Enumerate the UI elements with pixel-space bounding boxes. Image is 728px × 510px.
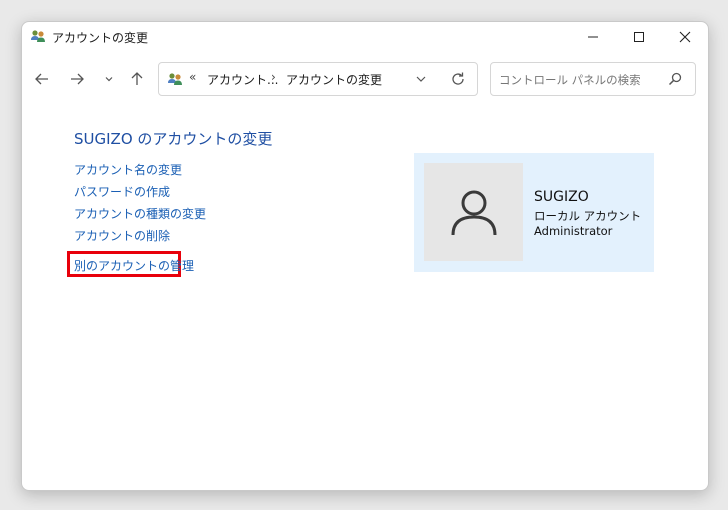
refresh-button[interactable] <box>449 70 467 88</box>
refresh-icon <box>452 72 464 85</box>
search-placeholder: コントロール パネルの検索 <box>499 73 641 87</box>
address-bar[interactable]: « アカウント... › アカウントの変更 <box>158 62 478 96</box>
arrow-right-icon <box>71 73 84 85</box>
manage-another-account-link[interactable]: 別のアカウントの管理 <box>74 257 194 274</box>
title-bar: アカウントの変更 <box>22 22 708 52</box>
arrow-up-icon <box>131 72 143 85</box>
breadcrumb-separator[interactable]: › <box>271 70 276 84</box>
search-icon[interactable] <box>667 71 683 87</box>
users-icon <box>30 28 46 44</box>
account-change-window: アカウントの変更 « アカウント... › アカウントの変更 コントロール パネ… <box>21 21 709 491</box>
chevron-down-icon <box>105 77 113 82</box>
user-account-card: SUGIZO ローカル アカウント Administrator <box>414 153 654 272</box>
window-title: アカウントの変更 <box>52 31 149 45</box>
address-history-dropdown[interactable] <box>413 71 429 87</box>
back-button[interactable] <box>30 67 54 91</box>
up-button[interactable] <box>125 67 149 91</box>
delete-account-link[interactable]: アカウントの削除 <box>74 227 170 244</box>
user-name: SUGIZO <box>534 189 589 205</box>
page-title: SUGIZO のアカウントの変更 <box>74 130 273 148</box>
minimize-button[interactable] <box>570 22 616 52</box>
maximize-button[interactable] <box>616 22 662 52</box>
breadcrumb-overflow[interactable]: « <box>189 70 196 84</box>
change-account-type-link[interactable]: アカウントの種類の変更 <box>74 205 206 222</box>
search-input[interactable]: コントロール パネルの検索 <box>490 62 696 96</box>
chevron-down-icon <box>416 76 426 82</box>
breadcrumb-accounts[interactable]: アカウント... <box>207 71 278 88</box>
create-password-link[interactable]: パスワードの作成 <box>74 183 170 200</box>
forward-button[interactable] <box>65 67 89 91</box>
user-silhouette-icon <box>451 190 496 236</box>
rename-account-link[interactable]: アカウント名の変更 <box>74 161 182 178</box>
breadcrumb-change-account[interactable]: アカウントの変更 <box>286 71 382 88</box>
avatar <box>424 163 523 261</box>
close-button[interactable] <box>662 22 708 52</box>
arrow-left-icon <box>35 73 48 85</box>
account-role-label: Administrator <box>534 224 613 238</box>
users-icon <box>167 71 183 87</box>
account-type-label: ローカル アカウント <box>534 209 642 223</box>
recent-locations-button[interactable] <box>97 67 121 91</box>
